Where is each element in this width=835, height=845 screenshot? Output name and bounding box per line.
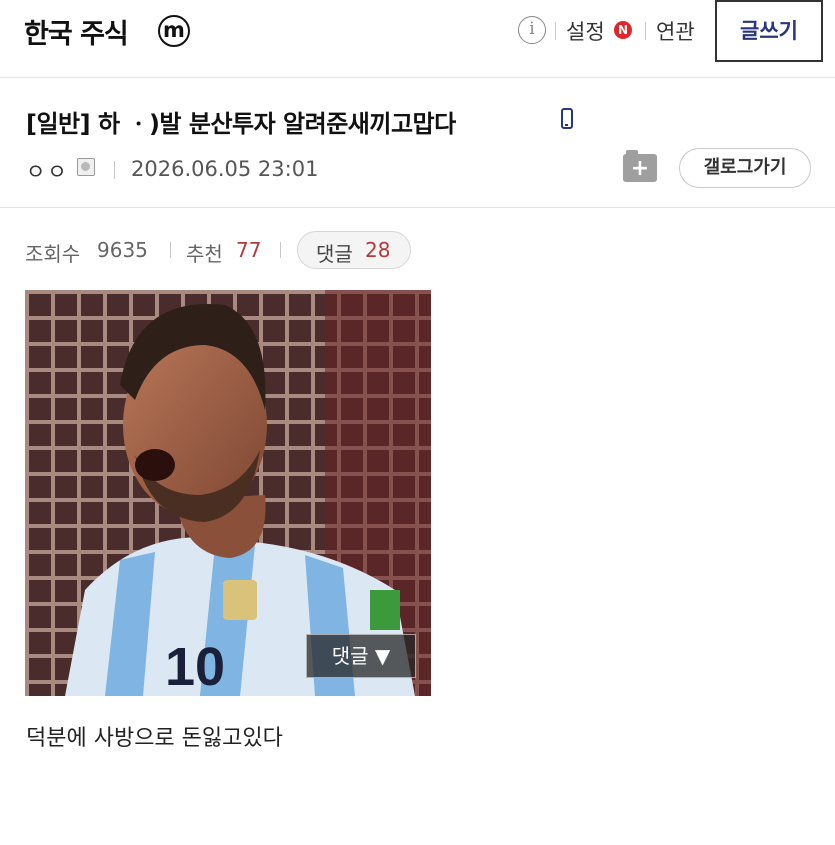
comments-button[interactable]	[297, 231, 411, 269]
new-badge: N	[614, 21, 632, 39]
post-body: 덕분에 사방으로 돈잃고있다	[26, 726, 283, 751]
divider	[0, 207, 835, 208]
comments-label: 댓글	[316, 242, 353, 266]
recommend-label: 추천	[186, 242, 223, 266]
related-gallery-link[interactable]: 연관	[656, 16, 695, 46]
image-comment-button[interactable]: 댓글 ▼	[306, 634, 416, 678]
separator	[280, 242, 281, 258]
separator	[645, 22, 646, 40]
author-name[interactable]: ㅇㅇ	[26, 156, 69, 186]
write-post-button[interactable]: 글쓰기	[715, 0, 823, 62]
comments-count: 28	[365, 238, 391, 262]
mobile-icon	[561, 108, 573, 129]
separator	[170, 242, 171, 258]
user-icon	[77, 158, 95, 176]
minor-gallery-badge-icon: m	[158, 15, 190, 47]
svg-text:10: 10	[165, 637, 225, 696]
info-icon[interactable]: i	[518, 16, 546, 44]
views-count: 9635	[97, 238, 148, 262]
top-bar: 한국 주식 m i 설정 N 연관 글쓰기	[0, 0, 835, 78]
gallery-title[interactable]: 한국 주식	[24, 12, 129, 51]
separator	[555, 22, 556, 40]
views-label: 조회수	[25, 242, 81, 266]
gallog-button[interactable]: 갤로그가기	[679, 148, 811, 188]
settings-link[interactable]: 설정	[566, 16, 605, 46]
recommend-count: 77	[236, 238, 262, 262]
post-date: 2026.06.05 23:01	[131, 157, 319, 181]
post-title: [일반] 하 ㆍ)발 분산투자 알려준새끼고맙다	[26, 110, 456, 138]
separator	[114, 161, 115, 179]
add-folder-icon[interactable]: +	[623, 150, 657, 182]
